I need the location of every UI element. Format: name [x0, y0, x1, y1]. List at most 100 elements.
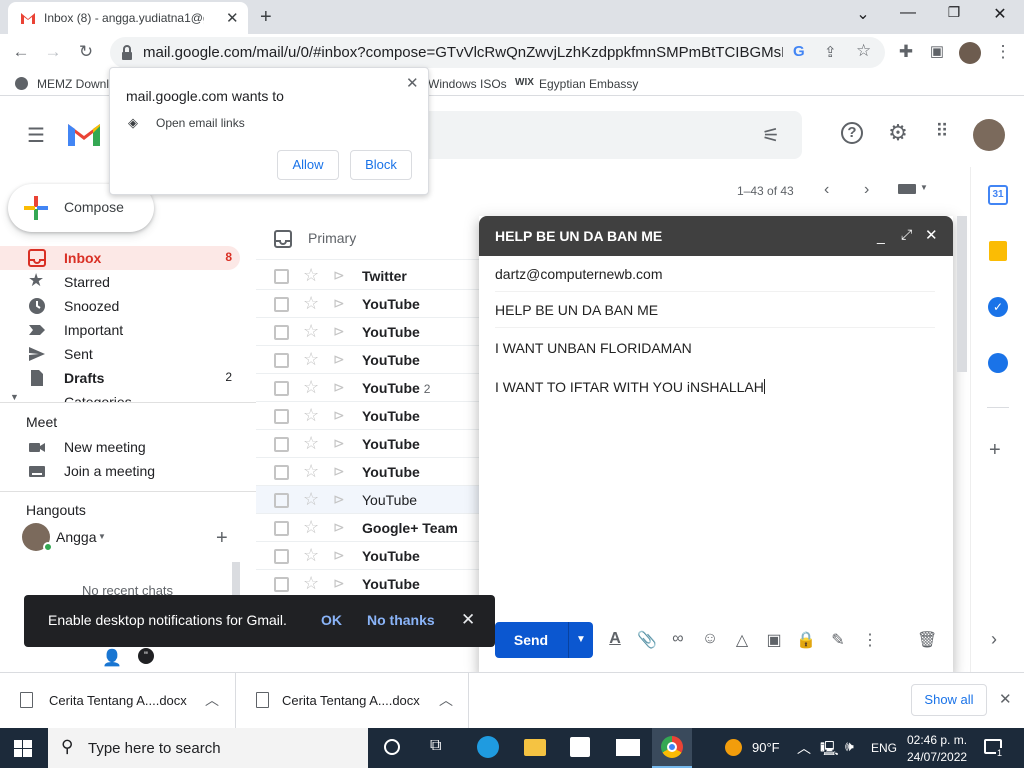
gmail-logo-icon[interactable]: [66, 121, 102, 148]
new-chat-plus-icon[interactable]: +: [216, 527, 228, 550]
join-meeting-link[interactable]: Join a meeting: [0, 459, 240, 483]
file-explorer-icon[interactable]: [524, 739, 546, 756]
forward-icon[interactable]: →: [42, 42, 64, 64]
hangouts-quote-icon[interactable]: ": [138, 648, 154, 664]
email-row[interactable]: ☆ ⊳ YouTube: [256, 458, 486, 486]
minimize-icon[interactable]: _: [877, 228, 885, 244]
taskbar-search[interactable]: ⚲ Type here to search: [48, 728, 368, 768]
star-icon[interactable]: ☆: [303, 377, 319, 398]
star-icon[interactable]: ☆: [303, 489, 319, 510]
network-icon[interactable]: 🖳: [820, 738, 839, 762]
prev-page-icon[interactable]: ‹: [824, 181, 829, 199]
email-row[interactable]: ☆ ⊳ YouTube: [256, 486, 486, 514]
tab-search-icon[interactable]: ⌄: [843, 4, 883, 26]
body-editor[interactable]: I WANT UNBAN FLORIDAMAN I WANT TO IFTAR …: [495, 328, 935, 608]
hangouts-contacts-icon[interactable]: 👤: [102, 648, 122, 668]
nav-item-categories[interactable]: ▼ Categories: [0, 390, 240, 402]
important-marker-icon[interactable]: ⊳: [333, 519, 345, 536]
cortana-icon[interactable]: [384, 739, 400, 755]
row-checkbox[interactable]: [274, 353, 289, 368]
calendar-icon[interactable]: 31: [988, 185, 1008, 205]
important-marker-icon[interactable]: ⊳: [333, 491, 345, 508]
row-checkbox[interactable]: [274, 549, 289, 564]
star-icon[interactable]: ☆: [303, 573, 319, 594]
email-row[interactable]: ☆ ⊳ YouTube: [256, 290, 486, 318]
keep-icon[interactable]: [989, 241, 1007, 261]
nav-item-important[interactable]: Important: [0, 318, 240, 342]
row-checkbox[interactable]: [274, 269, 289, 284]
snackbar-no-thanks-button[interactable]: No thanks: [367, 612, 435, 628]
allow-button[interactable]: Allow: [277, 150, 339, 180]
important-marker-icon[interactable]: ⊳: [333, 575, 345, 592]
input-tools-icon[interactable]: [898, 184, 916, 194]
store-icon[interactable]: [570, 737, 590, 757]
row-checkbox[interactable]: [274, 325, 289, 340]
star-icon[interactable]: ☆: [303, 321, 319, 342]
close-icon[interactable]: ✕: [461, 610, 475, 630]
important-marker-icon[interactable]: ⊳: [333, 463, 345, 480]
snackbar-ok-button[interactable]: OK: [321, 612, 342, 628]
download-item[interactable]: Cerita Tentang A....docx ︿: [237, 673, 469, 729]
important-marker-icon[interactable]: ⊳: [333, 379, 345, 396]
address-bar[interactable]: mail.google.com/mail/u/0/#inbox?compose=…: [110, 37, 885, 68]
important-marker-icon[interactable]: ⊳: [333, 295, 345, 312]
account-avatar[interactable]: [973, 119, 1005, 151]
chrome-icon[interactable]: [652, 728, 692, 768]
tab-primary[interactable]: Primary: [256, 216, 486, 260]
sidebar-scrollbar[interactable]: [232, 562, 240, 598]
show-all-button[interactable]: Show all: [911, 684, 987, 716]
close-icon[interactable]: ✕: [406, 74, 419, 92]
weather-sun-icon[interactable]: [725, 739, 742, 756]
email-row[interactable]: ☆ ⊳ Twitter: [256, 262, 486, 290]
nav-item-snoozed[interactable]: Snoozed: [0, 294, 240, 318]
email-row[interactable]: ☆ ⊳ Google+ Team: [256, 514, 486, 542]
signature-pen-icon[interactable]: ✎: [828, 630, 848, 650]
tab-close-icon[interactable]: ✕: [226, 9, 239, 27]
chevron-down-icon[interactable]: ▼: [920, 183, 928, 192]
close-icon[interactable]: ✕: [999, 690, 1012, 708]
emoji-icon[interactable]: ☺: [700, 630, 720, 650]
confidential-mode-icon[interactable]: 🔒: [796, 630, 816, 650]
contacts-icon[interactable]: [988, 353, 1008, 373]
help-icon[interactable]: ?: [841, 122, 863, 144]
hangouts-user[interactable]: Angga ▼: [22, 523, 232, 552]
minimize-button[interactable]: —: [888, 4, 928, 26]
email-row[interactable]: ☆ ⊳ YouTube: [256, 402, 486, 430]
row-checkbox[interactable]: [274, 521, 289, 536]
download-item[interactable]: Cerita Tentang A....docx ︿: [0, 673, 236, 729]
clock-time[interactable]: 02:46 p. m.: [907, 733, 967, 747]
language-indicator[interactable]: ENG: [871, 741, 897, 755]
chevron-up-icon[interactable]: ︿: [205, 690, 219, 710]
get-addons-plus-icon[interactable]: +: [989, 439, 1001, 462]
star-icon[interactable]: ☆: [303, 349, 319, 370]
important-marker-icon[interactable]: ⊳: [333, 435, 345, 452]
formatting-icon[interactable]: A: [605, 630, 625, 650]
bookmark-star-icon[interactable]: ☆: [856, 41, 871, 61]
email-row[interactable]: ☆ ⊳ YouTube: [256, 570, 486, 598]
email-row[interactable]: ☆ ⊳ YouTube: [256, 318, 486, 346]
main-menu-icon[interactable]: ☰: [23, 123, 49, 149]
apps-grid-icon[interactable]: ⠿: [929, 121, 955, 147]
weather-temp[interactable]: 90°F: [752, 740, 780, 755]
browser-tab[interactable]: Inbox (8) - angga.yudiatna1@gm ✕: [8, 2, 248, 34]
nav-item-inbox[interactable]: Inbox 8: [0, 246, 240, 270]
row-checkbox[interactable]: [274, 465, 289, 480]
chevron-up-icon[interactable]: ︿: [439, 690, 453, 710]
next-page-icon[interactable]: ›: [864, 181, 869, 199]
row-checkbox[interactable]: [274, 381, 289, 396]
search-options-icon[interactable]: ⚟: [762, 123, 780, 148]
extensions-icon[interactable]: ✚: [895, 42, 917, 64]
settings-gear-icon[interactable]: ⚙: [885, 120, 911, 146]
important-marker-icon[interactable]: ⊳: [333, 407, 345, 424]
important-marker-icon[interactable]: ⊳: [333, 351, 345, 368]
drive-icon[interactable]: △: [732, 630, 752, 650]
more-options-icon[interactable]: ⋮: [860, 630, 880, 650]
new-tab-button[interactable]: +: [260, 6, 272, 29]
new-meeting-link[interactable]: New meeting: [0, 435, 240, 459]
chevron-up-icon[interactable]: ︿: [797, 738, 811, 758]
row-checkbox[interactable]: [274, 297, 289, 312]
star-icon[interactable]: ☆: [303, 545, 319, 566]
restore-button[interactable]: ❐: [934, 4, 974, 26]
star-icon[interactable]: ☆: [303, 405, 319, 426]
discard-trash-icon[interactable]: 🗑: [917, 630, 937, 650]
